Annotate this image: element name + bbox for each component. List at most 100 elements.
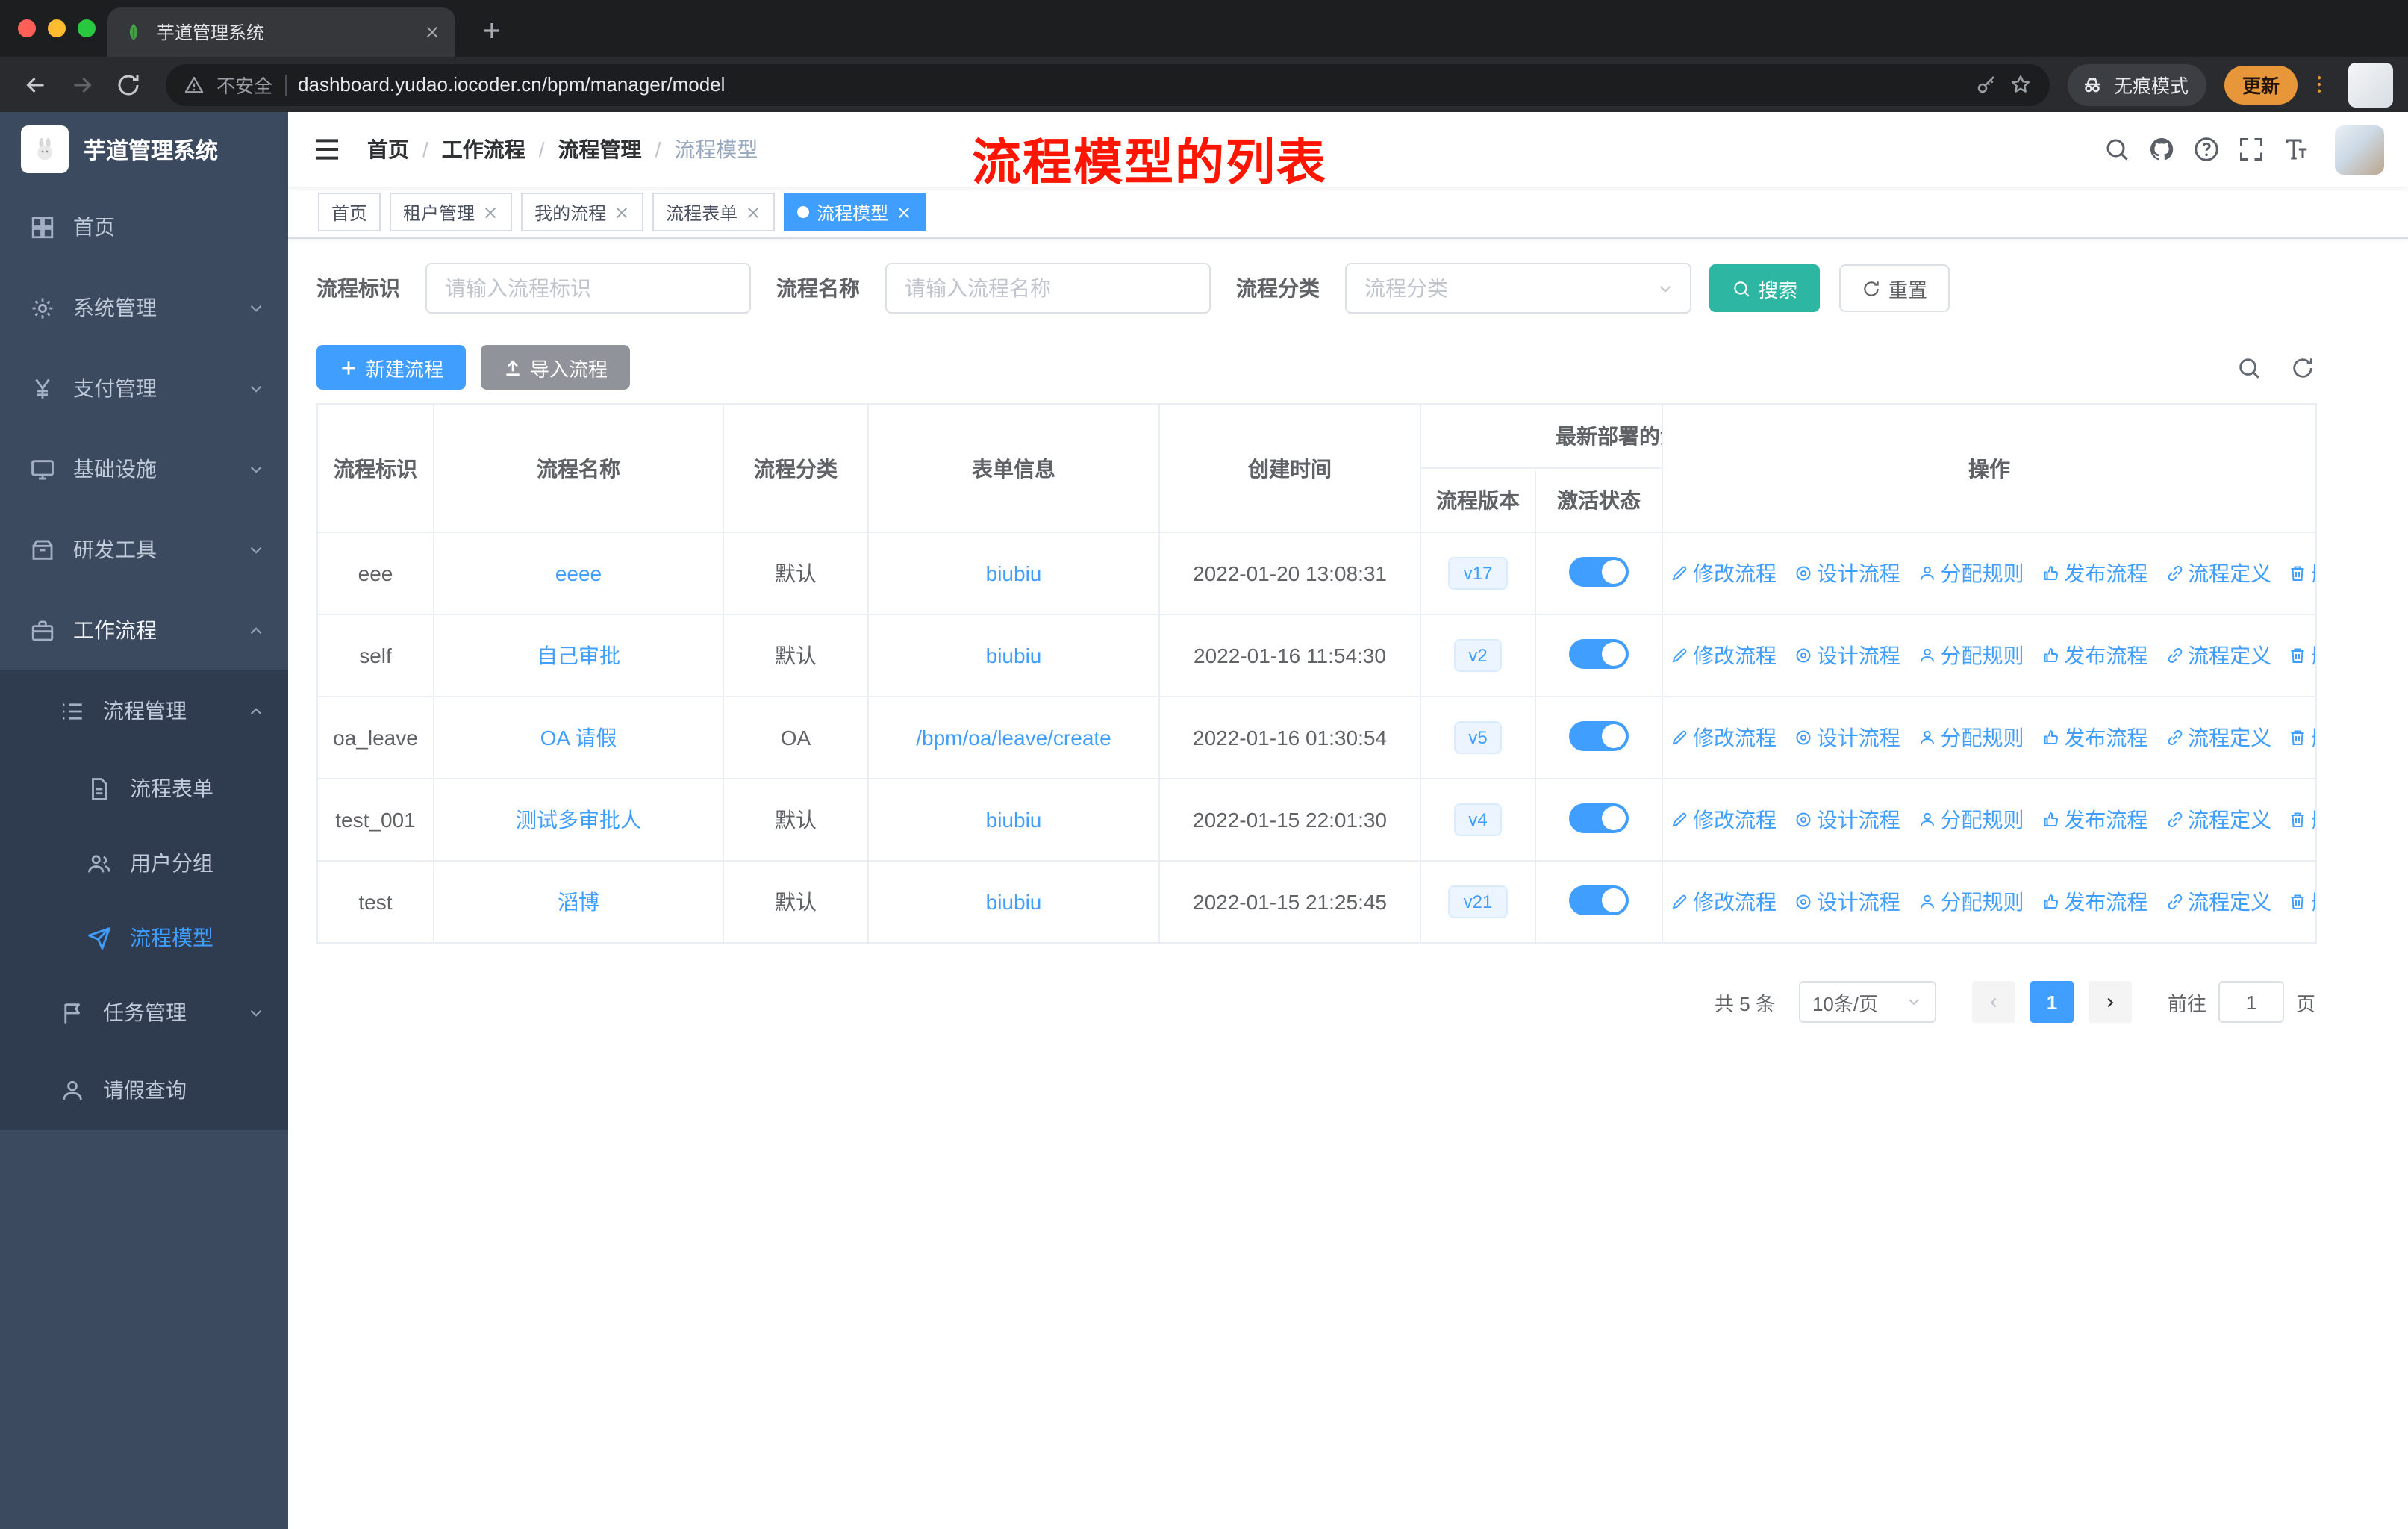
- tag-process-form[interactable]: 流程表单: [652, 193, 776, 231]
- process-name-input[interactable]: [885, 263, 1211, 314]
- prev-page-button[interactable]: [1971, 981, 2015, 1023]
- sidebar-item-infrastructure[interactable]: 基础设施: [0, 429, 288, 509]
- delete-link[interactable]: 删除: [2289, 723, 2315, 753]
- process-definition-link[interactable]: 流程定义: [2165, 641, 2271, 670]
- active-toggle[interactable]: [1569, 638, 1629, 668]
- assign-rule-link[interactable]: 分配规则: [1918, 805, 2024, 835]
- version-badge[interactable]: v21: [1448, 885, 1508, 918]
- security-label[interactable]: 不安全: [216, 70, 272, 99]
- sidebar-item-leave-query[interactable]: 请假查询: [0, 1050, 288, 1130]
- refresh-table-icon[interactable]: [2290, 355, 2315, 380]
- close-icon[interactable]: [482, 204, 499, 220]
- bookmark-star-icon[interactable]: [2009, 73, 2032, 96]
- tag-home[interactable]: 首页: [318, 193, 381, 231]
- tag-my-process[interactable]: 我的流程: [521, 193, 644, 231]
- active-toggle[interactable]: [1569, 720, 1629, 750]
- version-badge[interactable]: v17: [1448, 557, 1508, 590]
- sidebar-item-process-model[interactable]: 流程模型: [0, 900, 288, 975]
- import-process-button[interactable]: 导入流程: [481, 345, 631, 390]
- tag-tenant[interactable]: 租户管理: [390, 193, 513, 231]
- address-bar[interactable]: 不安全 dashboard.yudao.iocoder.cn/bpm/manag…: [166, 63, 2050, 105]
- sidebar-item-process-form[interactable]: 流程表单: [0, 751, 288, 826]
- user-avatar[interactable]: [2335, 125, 2384, 174]
- url-text[interactable]: dashboard.yudao.iocoder.cn/bpm/manager/m…: [298, 73, 1963, 96]
- process-name-link[interactable]: 自己审批: [537, 644, 620, 667]
- modify-process-link[interactable]: 修改流程: [1671, 641, 1777, 670]
- version-badge[interactable]: v4: [1453, 803, 1503, 836]
- modify-process-link[interactable]: 修改流程: [1671, 805, 1777, 835]
- delete-link[interactable]: 删除: [2289, 887, 2315, 917]
- browser-profile-avatar[interactable]: [2348, 62, 2393, 107]
- password-key-icon[interactable]: [1975, 73, 1997, 96]
- forward-button[interactable]: [61, 64, 102, 105]
- version-badge[interactable]: v5: [1453, 721, 1503, 754]
- close-icon[interactable]: [896, 204, 912, 220]
- sidebar-item-system[interactable]: 系统管理: [0, 267, 288, 348]
- publish-process-link[interactable]: 发布流程: [2042, 558, 2147, 588]
- search-button[interactable]: 搜索: [1709, 264, 1821, 312]
- browser-menu-icon[interactable]: [2303, 65, 2333, 104]
- next-page-button[interactable]: [2088, 981, 2132, 1023]
- modify-process-link[interactable]: 修改流程: [1671, 723, 1777, 753]
- search-icon[interactable]: [2103, 136, 2130, 163]
- breadcrumb-workflow[interactable]: 工作流程: [442, 134, 525, 164]
- design-process-link[interactable]: 设计流程: [1794, 558, 1900, 588]
- sidebar-item-workflow[interactable]: 工作流程: [0, 590, 288, 670]
- page-number-current[interactable]: 1: [2030, 981, 2074, 1023]
- breadcrumb-home[interactable]: 首页: [367, 134, 409, 164]
- sidebar-logo[interactable]: 芋道管理系统: [0, 112, 288, 187]
- process-name-link[interactable]: OA 请假: [540, 726, 617, 750]
- reload-button[interactable]: [107, 64, 148, 105]
- close-icon[interactable]: [614, 204, 630, 220]
- process-definition-link[interactable]: 流程定义: [2165, 887, 2271, 917]
- sidebar-item-payment[interactable]: 支付管理: [0, 348, 288, 429]
- help-icon[interactable]: [2193, 136, 2220, 163]
- design-process-link[interactable]: 设计流程: [1794, 723, 1900, 753]
- publish-process-link[interactable]: 发布流程: [2042, 641, 2147, 670]
- security-warning-icon[interactable]: [184, 74, 205, 95]
- process-definition-link[interactable]: 流程定义: [2165, 723, 2271, 753]
- back-button[interactable]: [15, 64, 55, 105]
- sidebar-item-devtools[interactable]: 研发工具: [0, 509, 288, 590]
- form-info-link[interactable]: biubiu: [986, 890, 1042, 914]
- assign-rule-link[interactable]: 分配规则: [1918, 558, 2024, 588]
- form-info-link[interactable]: biubiu: [986, 808, 1042, 832]
- delete-link[interactable]: 删除: [2289, 558, 2315, 588]
- process-name-link[interactable]: 滔博: [558, 890, 599, 914]
- publish-process-link[interactable]: 发布流程: [2042, 805, 2147, 835]
- fullscreen-icon[interactable]: [2238, 136, 2265, 163]
- delete-link[interactable]: 删除: [2289, 641, 2315, 670]
- sidebar-item-home[interactable]: 首页: [0, 187, 288, 267]
- design-process-link[interactable]: 设计流程: [1794, 805, 1900, 835]
- design-process-link[interactable]: 设计流程: [1794, 641, 1900, 670]
- zoom-window-button[interactable]: [78, 19, 96, 37]
- process-name-link[interactable]: eeee: [555, 561, 602, 585]
- tag-process-model[interactable]: 流程模型: [784, 193, 926, 231]
- process-category-select[interactable]: 流程分类: [1345, 263, 1691, 314]
- form-info-link[interactable]: biubiu: [986, 561, 1042, 585]
- sidebar-item-process-management[interactable]: 流程管理: [0, 670, 288, 751]
- toggle-search-icon[interactable]: [2236, 355, 2262, 380]
- active-toggle[interactable]: [1569, 556, 1629, 586]
- form-info-link[interactable]: biubiu: [986, 644, 1042, 667]
- browser-tab[interactable]: 芋道管理系统: [107, 7, 455, 57]
- version-badge[interactable]: v2: [1453, 639, 1503, 672]
- active-toggle[interactable]: [1569, 885, 1629, 915]
- page-size-select[interactable]: 10条/页: [1798, 981, 1936, 1023]
- breadcrumb-process-management[interactable]: 流程管理: [558, 134, 642, 164]
- github-icon[interactable]: [2148, 136, 2175, 163]
- assign-rule-link[interactable]: 分配规则: [1918, 887, 2024, 917]
- reset-button[interactable]: 重置: [1839, 264, 1950, 312]
- process-definition-link[interactable]: 流程定义: [2165, 805, 2271, 835]
- assign-rule-link[interactable]: 分配规则: [1918, 723, 2024, 753]
- goto-page-input[interactable]: [2218, 981, 2284, 1023]
- active-toggle[interactable]: [1569, 803, 1629, 832]
- modify-process-link[interactable]: 修改流程: [1671, 558, 1777, 588]
- publish-process-link[interactable]: 发布流程: [2042, 887, 2147, 917]
- process-definition-link[interactable]: 流程定义: [2165, 558, 2271, 588]
- publish-process-link[interactable]: 发布流程: [2042, 723, 2147, 753]
- process-name-link[interactable]: 测试多审批人: [516, 808, 641, 832]
- delete-link[interactable]: 删除: [2289, 805, 2315, 835]
- browser-update-button[interactable]: 更新: [2224, 65, 2298, 104]
- design-process-link[interactable]: 设计流程: [1794, 887, 1900, 917]
